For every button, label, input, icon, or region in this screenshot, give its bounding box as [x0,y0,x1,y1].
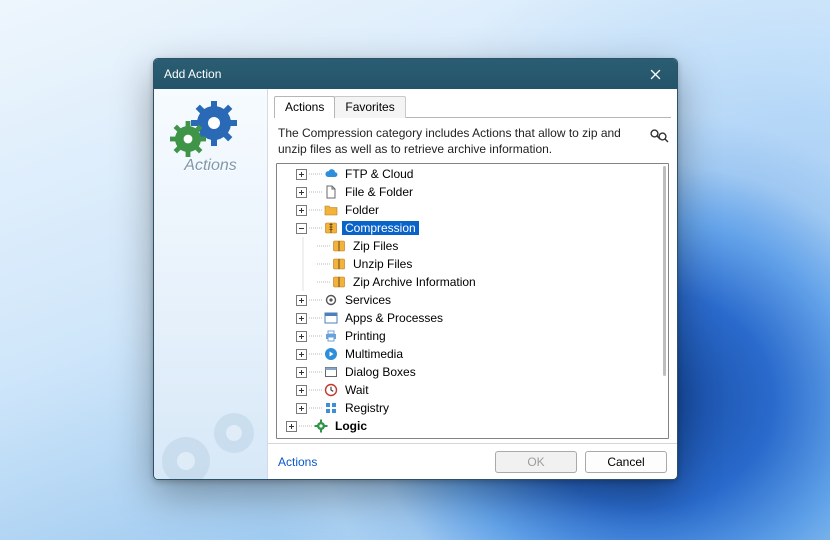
actions-tree: FTP & Cloud File & Folder Fo [276,163,669,439]
close-button[interactable] [635,60,675,88]
cloud-icon [323,166,339,182]
tab-favorites[interactable]: Favorites [334,96,405,118]
dialog-footer: Actions OK Cancel [268,443,677,479]
printer-icon [323,328,339,344]
tree-item-unzip-files[interactable]: Unzip Files [278,255,667,273]
expand-toggle[interactable] [296,295,307,306]
find-icon[interactable] [649,128,669,146]
tree-item-wait[interactable]: Wait [278,381,667,399]
expand-toggle[interactable] [286,421,297,432]
decorative-gears-icon [154,403,268,479]
sidebar-title: Actions [154,157,267,175]
clock-icon [323,382,339,398]
tree-item-zip-archive-info[interactable]: Zip Archive Information [278,273,667,291]
zip-info-icon [331,274,347,290]
expand-toggle[interactable] [296,205,307,216]
dialog-title: Add Action [164,67,635,81]
zip-icon [331,238,347,254]
tree-item-services[interactable]: Services [278,291,667,309]
main-panel: Actions Favorites The Compression catego… [268,89,677,479]
tree-item-registry[interactable]: Registry [278,399,667,417]
logic-icon [313,418,329,434]
actions-help-link[interactable]: Actions [278,455,317,469]
expand-toggle[interactable] [296,187,307,198]
window-icon [323,310,339,326]
tree-item-compression[interactable]: Compression [278,219,667,237]
expand-toggle[interactable] [296,403,307,414]
folder-icon [323,202,339,218]
category-description: The Compression category includes Action… [278,126,641,157]
tree-item-apps-processes[interactable]: Apps & Processes [278,309,667,327]
tree-item-file-folder[interactable]: File & Folder [278,183,667,201]
tree-item-printing[interactable]: Printing [278,327,667,345]
expand-toggle[interactable] [296,367,307,378]
add-action-dialog: Add Action [153,58,678,480]
ok-button[interactable]: OK [495,451,577,473]
dialog-icon [323,364,339,380]
tree-item-folder[interactable]: Folder [278,201,667,219]
close-icon [650,69,661,80]
tree-item-logic[interactable]: Logic [278,417,667,435]
tree-item-multimedia[interactable]: Multimedia [278,345,667,363]
tree-item-dialog-boxes[interactable]: Dialog Boxes [278,363,667,381]
file-icon [323,184,339,200]
tree-item-ftp-cloud[interactable]: FTP & Cloud [278,165,667,183]
expand-toggle[interactable] [296,331,307,342]
registry-icon [323,400,339,416]
gears-icon [170,101,252,161]
expand-toggle[interactable] [296,169,307,180]
expand-toggle[interactable] [296,349,307,360]
unzip-icon [331,256,347,272]
tree-item-zip-files[interactable]: Zip Files [278,237,667,255]
expand-toggle[interactable] [296,313,307,324]
selected-node: Compression [342,221,419,235]
gear-icon [323,292,339,308]
expand-toggle[interactable] [296,385,307,396]
cancel-button[interactable]: Cancel [585,451,667,473]
collapse-toggle[interactable] [296,223,307,234]
titlebar: Add Action [154,59,677,89]
tab-strip: Actions Favorites [268,89,677,117]
tab-actions[interactable]: Actions [274,96,335,118]
tree-scrollbar[interactable] [663,166,666,376]
play-icon [323,346,339,362]
sidebar-panel: Actions [154,89,268,479]
compression-icon [323,220,339,236]
